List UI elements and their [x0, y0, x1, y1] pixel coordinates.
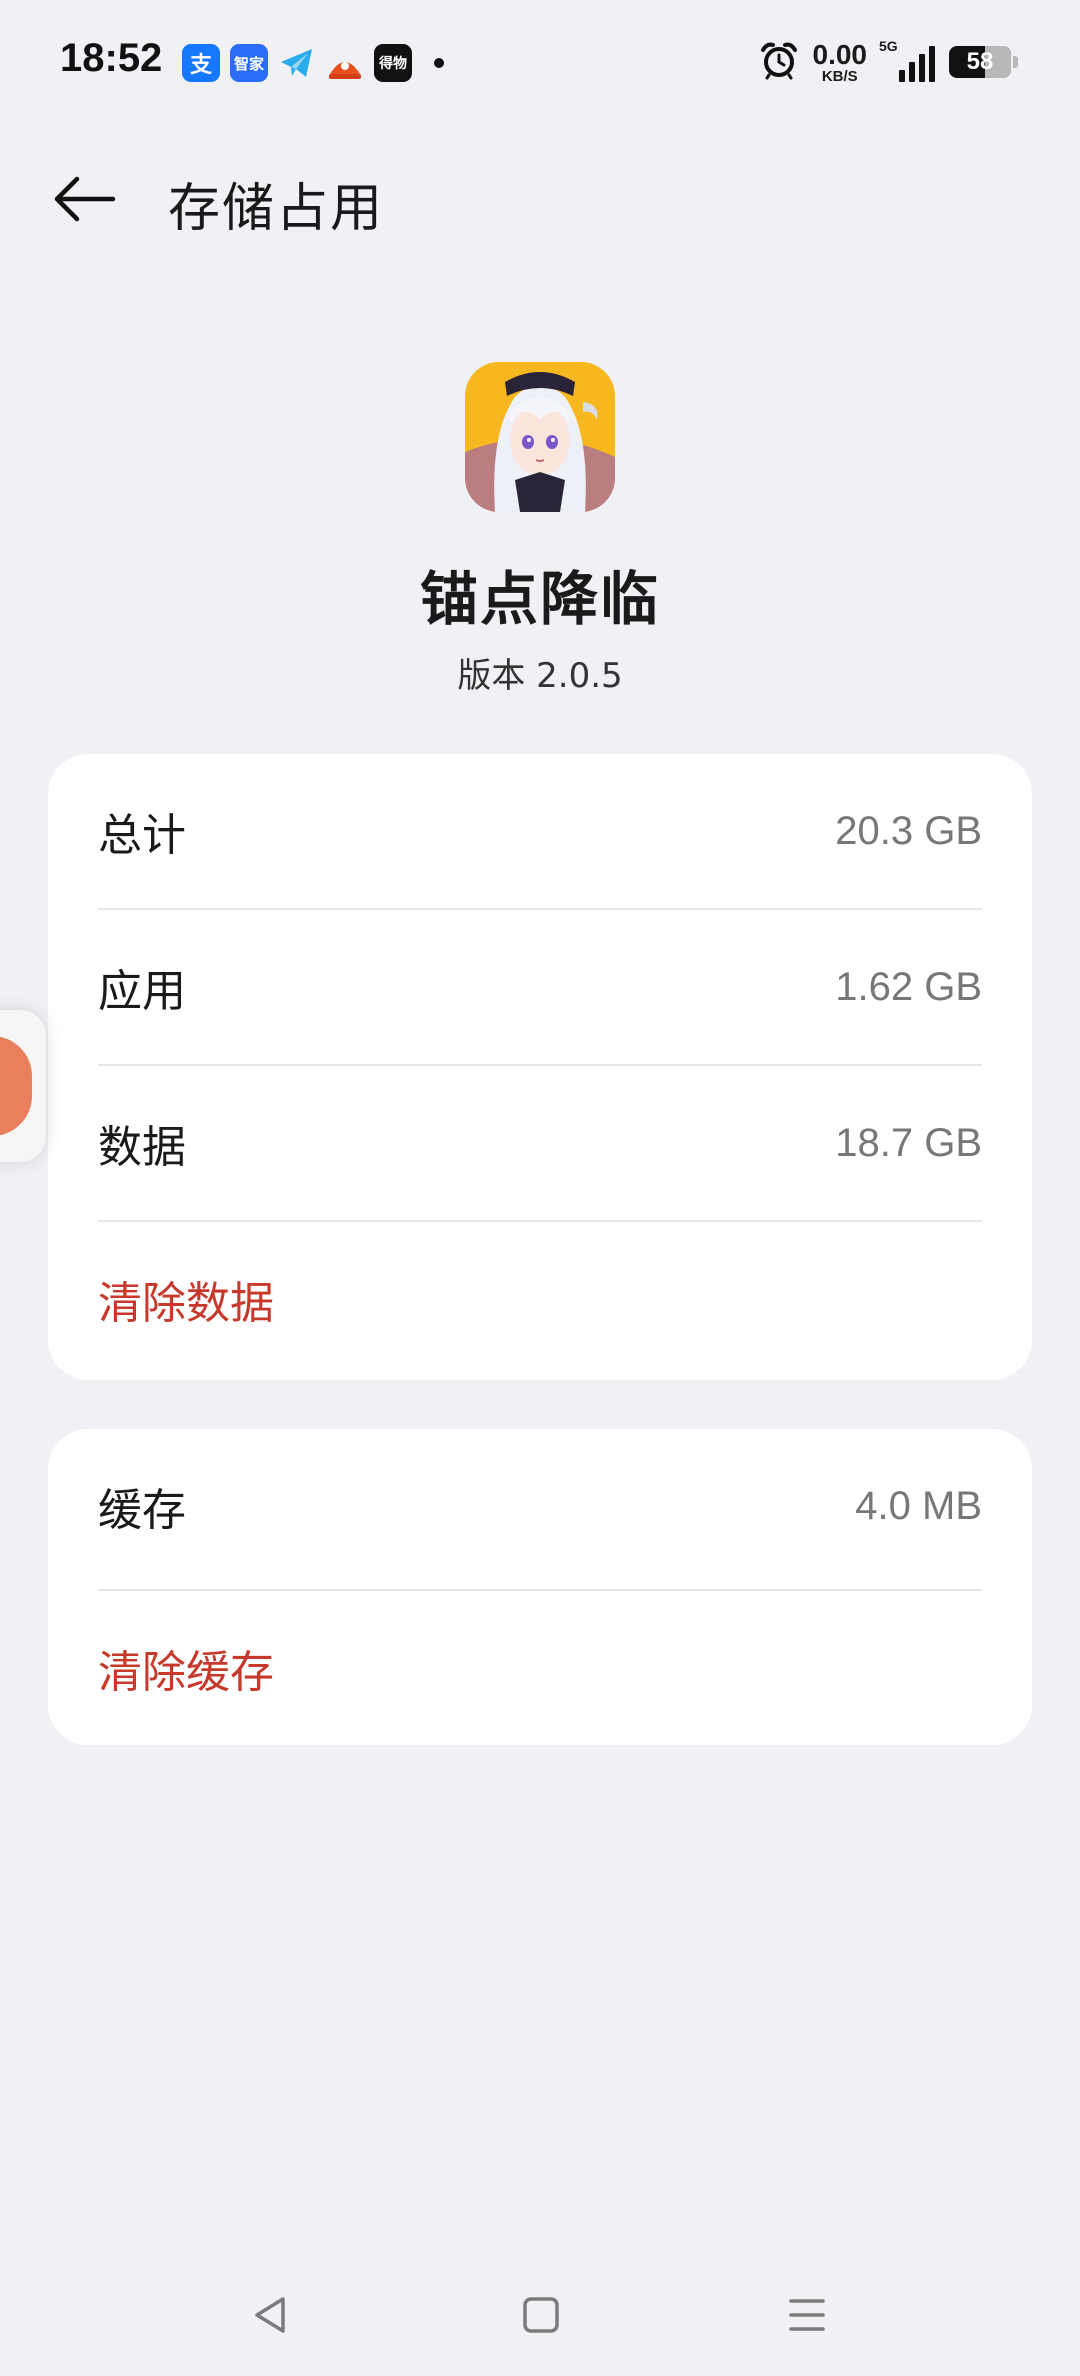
row-value: 18.7 GB: [835, 1120, 982, 1165]
taobao-icon: [326, 44, 364, 82]
menu-lines-icon: [789, 2299, 825, 2331]
row-label: 总计: [98, 810, 186, 861]
network-speed: 0.00 KB/S: [812, 38, 868, 85]
row-label: 数据: [98, 1122, 186, 1173]
nav-home-button[interactable]: [506, 2280, 576, 2350]
battery-level: 58: [966, 48, 994, 75]
network-speed-value: 0.00: [812, 38, 868, 70]
telegram-icon: [278, 44, 316, 82]
back-button[interactable]: [44, 164, 124, 234]
battery-tip: [1013, 56, 1018, 68]
dewu-icon: 得物: [374, 44, 412, 82]
floating-assistant-widget[interactable]: [0, 1010, 46, 1162]
row-label: 应用: [98, 966, 186, 1017]
nav-recents-button[interactable]: [772, 2280, 842, 2350]
alarm-clock-icon: [759, 40, 799, 84]
row-value: 4.0 MB: [855, 1483, 982, 1528]
assistant-icon: [0, 1036, 32, 1136]
alipay-icon: 支: [182, 44, 220, 82]
square-home-icon: [523, 2297, 559, 2333]
row-label: 缓存: [98, 1485, 186, 1536]
notification-icons: 支 智家 得物: [182, 44, 444, 82]
cellular-signal-icon: 5G: [879, 38, 935, 82]
row-value: 20.3 GB: [835, 808, 982, 853]
triangle-back-icon: [255, 2297, 285, 2333]
navigation-bar: [0, 2260, 1080, 2360]
storage-row-app: 应用 1.62 GB: [98, 910, 982, 1064]
status-indicators: 0.00 KB/S 5G 58: [759, 38, 1018, 85]
network-type-label: 5G: [879, 38, 898, 54]
battery-icon: 58: [949, 46, 1011, 78]
header: 存储占用: [0, 150, 1080, 250]
storage-card: 总计 20.3 GB 应用 1.62 GB 数据 18.7 GB 清除数据: [48, 754, 1032, 1380]
status-bar: 18:52 支 智家 得物 0.00 KB/S 5G 58: [0, 0, 1080, 130]
clear-data-button[interactable]: 清除数据: [98, 1222, 274, 1376]
status-time: 18:52: [60, 36, 163, 80]
nav-back-button[interactable]: [236, 2280, 306, 2350]
page-title: 存储占用: [168, 179, 385, 239]
cache-card: 缓存 4.0 MB 清除缓存: [48, 1429, 1032, 1745]
smart-home-icon: 智家: [230, 44, 268, 82]
app-name: 锚点降临: [419, 565, 660, 633]
network-speed-unit: KB/S: [821, 67, 858, 85]
cache-row: 缓存 4.0 MB: [98, 1429, 982, 1583]
clear-cache-button[interactable]: 清除缓存: [98, 1591, 274, 1745]
app-character-icon: [465, 362, 615, 512]
more-notifications-dot: [434, 58, 444, 68]
app-version: 版本 2.0.5: [457, 656, 623, 696]
row-value: 1.62 GB: [835, 964, 982, 1009]
storage-row-total: 总计 20.3 GB: [98, 754, 982, 908]
storage-row-data: 数据 18.7 GB: [98, 1066, 982, 1220]
arrow-left-icon: [54, 176, 116, 222]
